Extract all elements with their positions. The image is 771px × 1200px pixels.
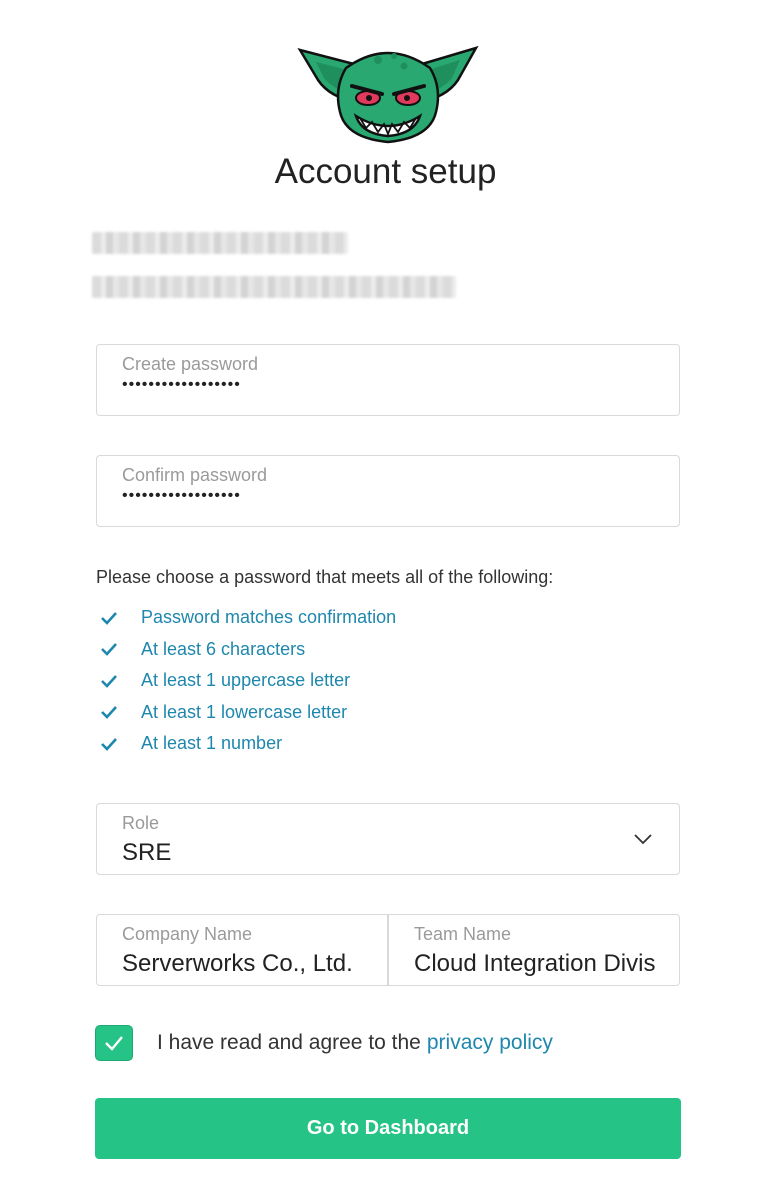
confirm-password-input[interactable]: ••••••••••••••••••: [122, 487, 241, 505]
create-password-label: Create password: [122, 354, 259, 374]
chevron-down-icon[interactable]: [633, 832, 653, 846]
confirm-password-field[interactable]: Confirm password ••••••••••••••••••: [96, 455, 680, 527]
privacy-policy-link[interactable]: privacy policy: [427, 1031, 553, 1055]
go-to-dashboard-button[interactable]: Go to Dashboard: [95, 1098, 681, 1159]
check-icon: [101, 706, 117, 720]
role-select[interactable]: Role SRE: [96, 803, 680, 875]
requirement-label: At least 1 lowercase letter: [141, 701, 348, 722]
check-icon: [101, 674, 117, 688]
requirement-item: At least 1 lowercase letter: [100, 697, 396, 729]
checkmark-icon: [105, 1036, 123, 1051]
team-name-input[interactable]: Cloud Integration Division: [414, 950, 656, 978]
create-password-field[interactable]: Create password ••••••••••••••••••: [96, 344, 680, 416]
requirement-item: At least 1 number: [100, 728, 396, 760]
requirement-item: At least 1 uppercase letter: [100, 665, 396, 697]
requirement-label: At least 1 number: [141, 733, 283, 754]
password-requirements-intro: Please choose a password that meets all …: [96, 567, 554, 587]
redacted-user-email: [92, 276, 456, 298]
company-name-label: Company Name: [122, 924, 253, 944]
check-icon: [101, 643, 117, 657]
team-name-label: Team Name: [414, 924, 512, 944]
requirement-label: At least 6 characters: [141, 638, 306, 659]
page-title: Account setup: [274, 152, 497, 191]
role-value: SRE: [122, 839, 172, 866]
requirement-item: Password matches confirmation: [100, 602, 396, 634]
requirement-label: At least 1 uppercase letter: [141, 670, 351, 691]
password-requirements-list: Password matches confirmation At least 6…: [100, 602, 396, 760]
check-icon: [101, 611, 117, 625]
check-icon: [101, 737, 117, 751]
privacy-agreement: I have read and agree to the privacy pol…: [95, 1024, 553, 1062]
agree-text: I have read and agree to the: [157, 1031, 421, 1054]
team-name-field[interactable]: Team Name Cloud Integration Division: [388, 914, 680, 986]
gremlin-logo-icon: [297, 45, 479, 144]
agree-checkbox[interactable]: [95, 1025, 133, 1061]
confirm-password-label: Confirm password: [122, 465, 268, 485]
requirement-item: At least 6 characters: [100, 634, 396, 666]
account-setup-card: Account setup Create password ••••••••••…: [0, 0, 771, 1200]
redacted-user-name: [92, 232, 348, 254]
organization-fields: Company Name Serverworks Co., Ltd. Team …: [96, 914, 680, 986]
create-password-input[interactable]: ••••••••••••••••••: [122, 376, 241, 394]
company-name-input[interactable]: Serverworks Co., Ltd.: [122, 950, 364, 978]
role-label: Role: [122, 813, 160, 833]
requirement-label: Password matches confirmation: [141, 607, 397, 628]
company-name-field[interactable]: Company Name Serverworks Co., Ltd.: [96, 914, 388, 986]
